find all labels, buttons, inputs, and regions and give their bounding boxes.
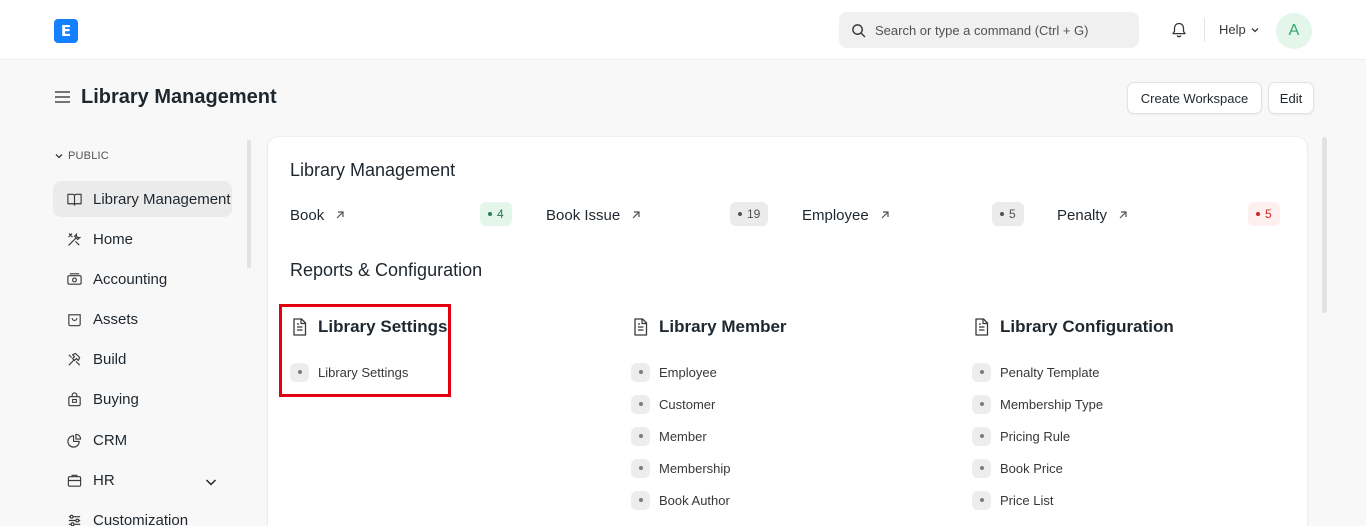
link-membership-type[interactable]: Membership Type bbox=[972, 394, 1103, 414]
shortcut-count-badge: 4 bbox=[480, 202, 512, 226]
arrow-up-right-icon bbox=[336, 211, 344, 219]
search-icon bbox=[852, 23, 866, 37]
navbar-divider bbox=[1204, 18, 1205, 42]
navbar: E Search or type a command (Ctrl + G) He… bbox=[0, 0, 1366, 60]
link-pricing-rule[interactable]: Pricing Rule bbox=[972, 426, 1070, 446]
sidebar-item-home[interactable]: Home bbox=[53, 221, 232, 257]
reports-heading: Reports & Configuration bbox=[290, 260, 483, 280]
sidebar-item-label: HR bbox=[93, 471, 115, 489]
link-book-author[interactable]: Book Author bbox=[631, 490, 730, 510]
sliders-icon bbox=[68, 514, 81, 526]
shortcut-label: Employee bbox=[802, 206, 869, 224]
shortcut-count-badge: 5 bbox=[992, 202, 1024, 226]
card-title-library-configuration: Library Configuration bbox=[972, 317, 1174, 337]
document-icon bbox=[634, 318, 648, 336]
link-book-price[interactable]: Book Price bbox=[972, 458, 1063, 478]
link-member[interactable]: Member bbox=[631, 426, 707, 446]
page-title: Library Management bbox=[81, 86, 277, 108]
app-logo[interactable]: E bbox=[54, 19, 78, 43]
sidebar-section-public[interactable]: PUBLIC bbox=[54, 150, 109, 162]
arrow-up-right-icon bbox=[1119, 211, 1127, 219]
sidebar-scrollbar[interactable] bbox=[247, 140, 251, 268]
sidebar-item-label: Library Management bbox=[93, 190, 231, 208]
sidebar-item-build[interactable]: Build bbox=[53, 341, 232, 377]
arrow-up-right-icon bbox=[632, 211, 640, 219]
shortcut-penalty[interactable]: Penalty bbox=[1057, 205, 1129, 225]
avatar[interactable]: A bbox=[1276, 13, 1312, 49]
shortcut-employee[interactable]: Employee bbox=[802, 205, 891, 225]
chevron-down-icon[interactable] bbox=[204, 475, 218, 489]
box-icon bbox=[68, 313, 81, 326]
sidebar-item-label: Home bbox=[93, 230, 134, 248]
link-employee[interactable]: Employee bbox=[631, 362, 717, 382]
chevron-down-icon bbox=[1251, 27, 1259, 32]
link-customer[interactable]: Customer bbox=[631, 394, 715, 414]
shortcut-book[interactable]: Book bbox=[290, 205, 346, 225]
sidebar-item-customization[interactable]: Customization bbox=[53, 502, 232, 526]
link-penalty-template[interactable]: Penalty Template bbox=[972, 362, 1100, 382]
shortcut-book-issue[interactable]: Book Issue bbox=[546, 205, 642, 225]
shortcut-count-badge: 19 bbox=[730, 202, 769, 226]
highlight-box bbox=[279, 304, 451, 397]
briefcase-icon bbox=[67, 474, 82, 487]
help-dropdown[interactable]: Help bbox=[1219, 22, 1260, 37]
sidebar-item-label: Customization bbox=[93, 511, 189, 526]
search-bar[interactable]: Search or type a command (Ctrl + G) bbox=[839, 12, 1139, 48]
shortcut-count-badge: 5 bbox=[1248, 202, 1280, 226]
arrow-up-right-icon bbox=[881, 211, 889, 219]
bag-icon bbox=[68, 391, 81, 406]
sidebar-item-label: Assets bbox=[93, 310, 139, 328]
sidebar-toggle-icon[interactable] bbox=[54, 90, 71, 104]
search-placeholder: Search or type a command (Ctrl + G) bbox=[875, 22, 1089, 38]
sidebar-item-label: CRM bbox=[93, 431, 128, 449]
chevron-down-icon bbox=[55, 154, 63, 159]
link-price-list[interactable]: Price List bbox=[972, 490, 1053, 510]
book-icon bbox=[67, 193, 82, 206]
sidebar-item-label: Buying bbox=[93, 390, 139, 408]
main-scrollbar[interactable] bbox=[1322, 137, 1327, 313]
edit-button[interactable]: Edit bbox=[1268, 82, 1314, 114]
sidebar-item-label: Accounting bbox=[93, 270, 168, 288]
sidebar-item-crm[interactable]: CRM bbox=[53, 422, 232, 458]
sidebar-item-label: Build bbox=[93, 350, 127, 368]
link-membership[interactable]: Membership bbox=[631, 458, 731, 478]
create-workspace-button[interactable]: Create Workspace bbox=[1127, 82, 1262, 114]
sidebar-item-library-management[interactable]: Library Management bbox=[53, 181, 232, 217]
help-label: Help bbox=[1219, 22, 1246, 37]
notification-bell-icon[interactable] bbox=[1170, 21, 1188, 39]
workspace-heading: Library Management bbox=[290, 160, 456, 180]
shortcut-label: Book bbox=[290, 206, 325, 224]
hammer-icon bbox=[68, 352, 81, 366]
card-title-library-member: Library Member bbox=[631, 317, 787, 337]
shortcut-label: Penalty bbox=[1057, 206, 1108, 224]
document-icon bbox=[975, 318, 989, 336]
sidebar-item-accounting[interactable]: Accounting bbox=[53, 261, 232, 297]
tools-icon bbox=[68, 232, 82, 246]
shortcut-label: Book Issue bbox=[546, 206, 621, 224]
sidebar-section-label: PUBLIC bbox=[68, 150, 109, 162]
sidebar-item-assets[interactable]: Assets bbox=[53, 301, 232, 337]
pie-icon bbox=[67, 433, 82, 448]
sidebar-item-buying[interactable]: Buying bbox=[53, 381, 232, 417]
money-icon bbox=[67, 272, 82, 285]
